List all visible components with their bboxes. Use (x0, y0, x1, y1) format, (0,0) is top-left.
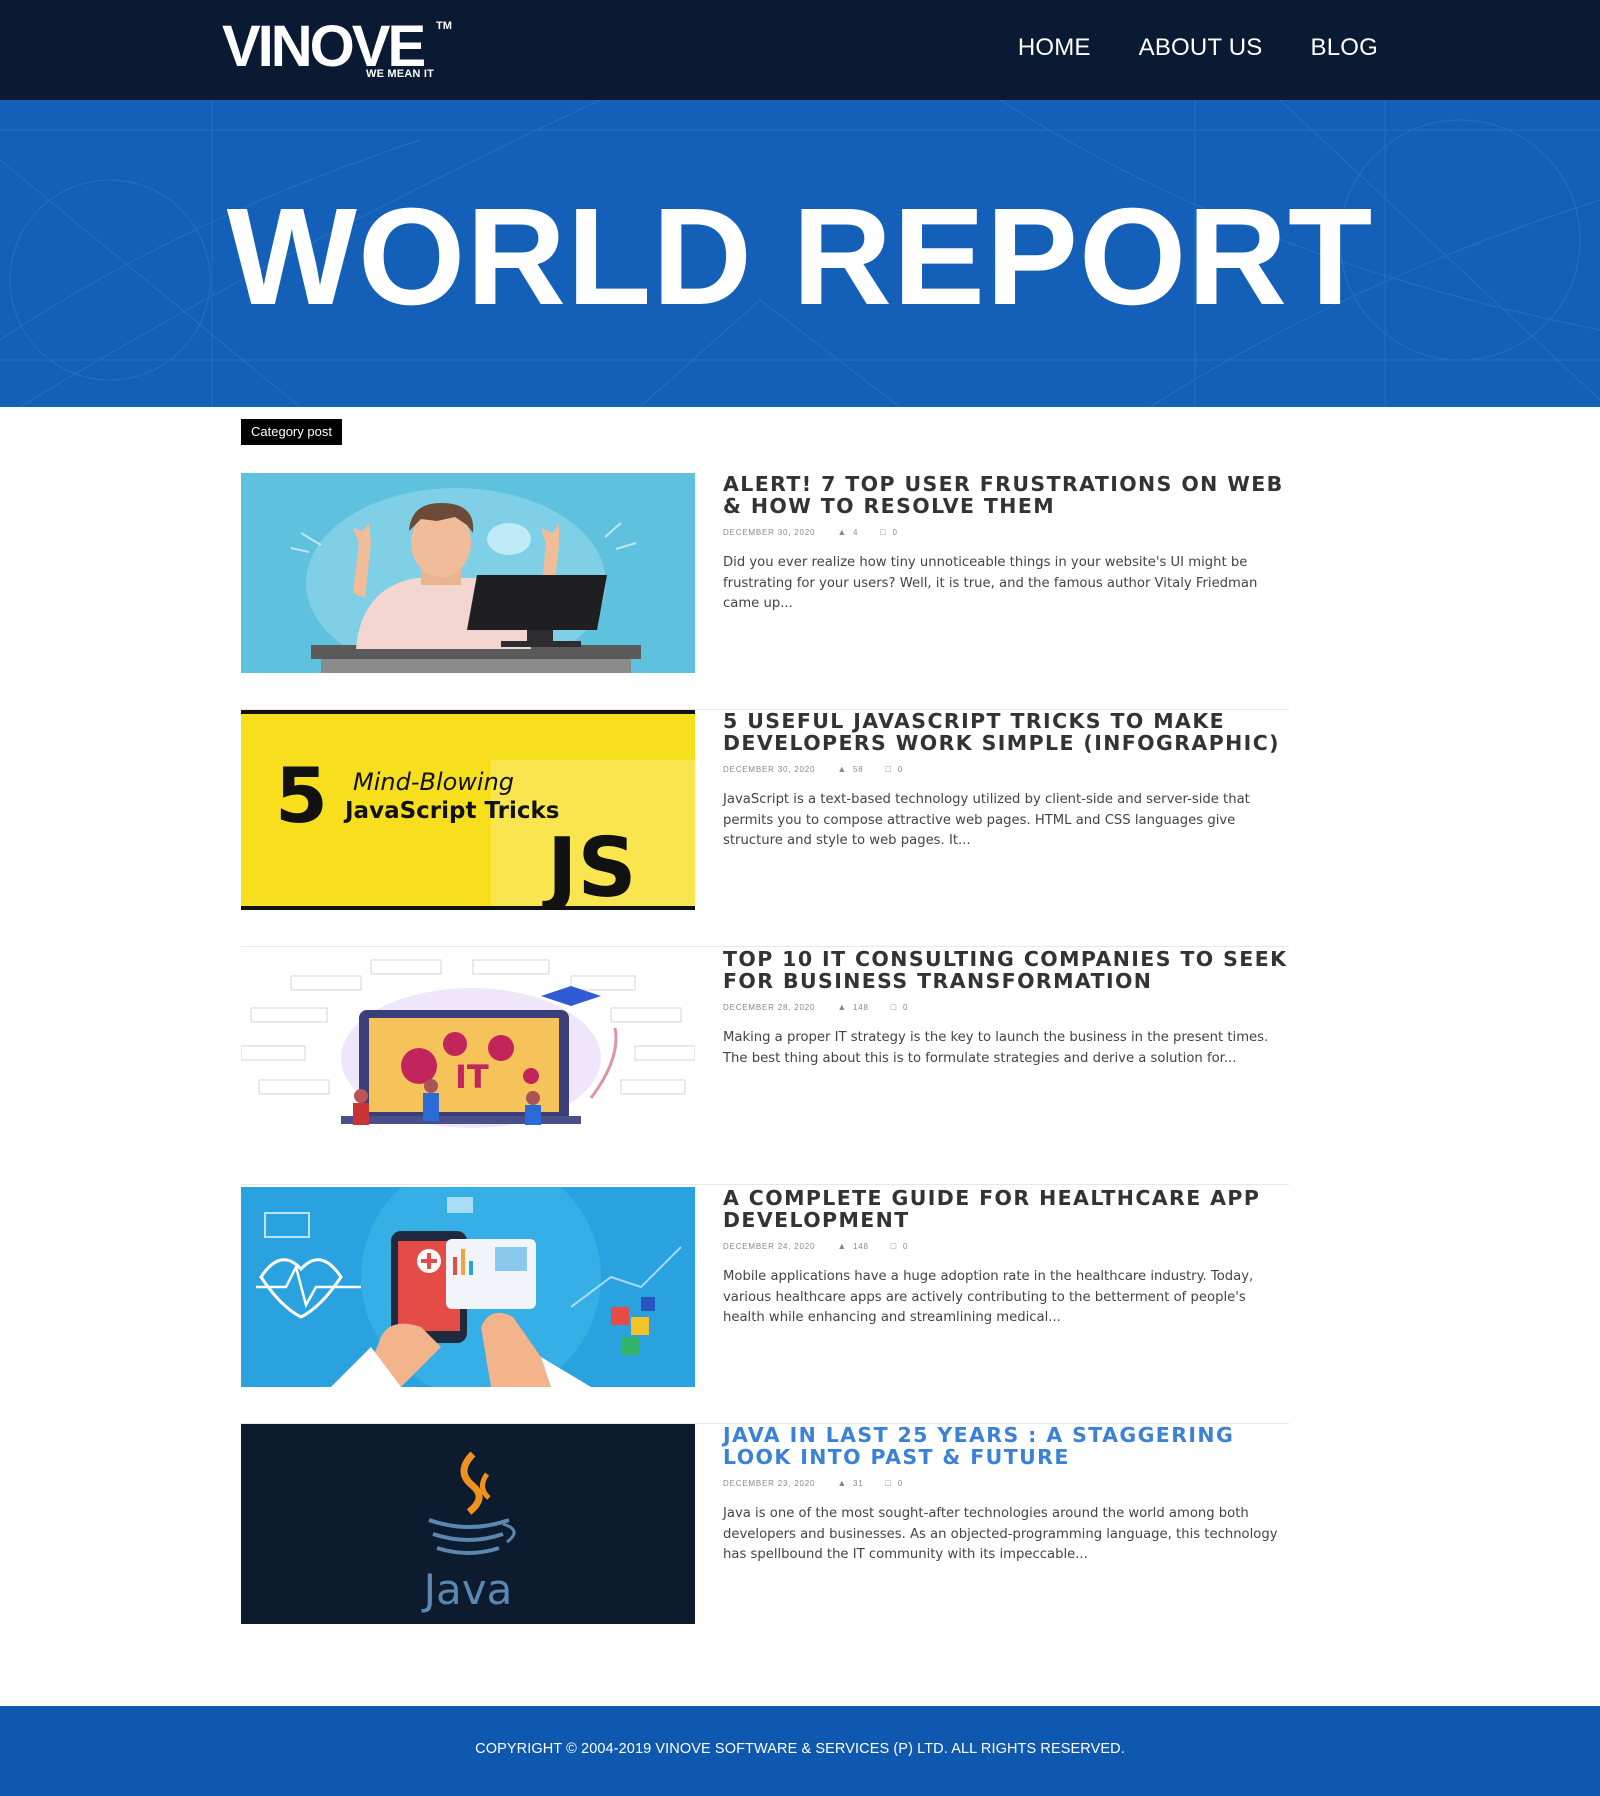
hero-banner: WORLD REPORT (0, 100, 1600, 407)
post-title-link[interactable]: 5 USEFUL JAVASCRIPT TRICKS TO MAKE DEVEL… (723, 710, 1289, 754)
post-item: 5 Mind-Blowing JavaScript Tricks JS 5 US… (241, 710, 1289, 947)
post-meta: DECEMBER 30, 2020 ▲ 4 □ 0 (723, 526, 1289, 538)
likes-count: 148 (853, 1241, 869, 1251)
js-line1: Mind-Blowing (353, 768, 514, 796)
post-comments[interactable]: □ 0 (891, 1002, 909, 1012)
comments-count: 0 (892, 527, 898, 537)
post-comments[interactable]: □ 0 (891, 1241, 909, 1251)
post-likes[interactable]: ▲ 58 (837, 764, 863, 774)
post-body: A COMPLETE GUIDE FOR HEALTHCARE APP DEVE… (723, 1187, 1289, 1329)
post-meta: DECEMBER 30, 2020 ▲ 58 □ 0 (723, 763, 1289, 775)
nav-about-us[interactable]: ABOUT US (1139, 34, 1263, 62)
thumbs-up-icon: ▲ (837, 527, 848, 537)
copyright-text: COPYRIGHT © 2004-2019 VINOVE SOFTWARE & … (475, 1741, 1125, 1757)
post-likes[interactable]: ▲ 148 (837, 1241, 868, 1251)
javascript-tricks-illustration: 5 Mind-Blowing JavaScript Tricks JS (241, 710, 695, 910)
comment-icon: □ (885, 764, 892, 774)
post-date: DECEMBER 30, 2020 (723, 764, 816, 774)
nav-home[interactable]: HOME (1018, 34, 1091, 62)
comments-count: 0 (903, 1002, 909, 1012)
post-meta: DECEMBER 24, 2020 ▲ 148 □ 0 (723, 1240, 1289, 1252)
js-letters: JS (542, 821, 637, 910)
post-item: ALERT! 7 TOP USER FRUSTRATIONS ON WEB & … (241, 473, 1289, 710)
post-comments[interactable]: □ 0 (886, 1478, 904, 1488)
site-header: VINOVE TM WE MEAN IT HOME ABOUT US BLOG (0, 0, 1600, 100)
nav-blog[interactable]: BLOG (1311, 34, 1379, 62)
java-logo-illustration: Java (421, 1451, 516, 1614)
post-date: DECEMBER 28, 2020 (723, 1002, 816, 1012)
comment-icon: □ (890, 1241, 898, 1251)
post-body: TOP 10 IT CONSULTING COMPANIES TO SEEK F… (723, 948, 1289, 1069)
frustrated-user-illustration (290, 488, 641, 673)
post-thumbnail-java-logo[interactable]: Java (241, 1424, 695, 1624)
post-excerpt: Mobile applications have a huge adoption… (723, 1269, 1254, 1325)
thumbs-up-icon: ▲ (837, 1241, 848, 1251)
post-excerpt: Did you ever realize how tiny unnoticeab… (723, 555, 1258, 611)
post-comments[interactable]: □ 0 (886, 764, 904, 774)
it-consulting-illustration: IT (241, 959, 695, 1128)
site-footer: COPYRIGHT © 2004-2019 VINOVE SOFTWARE & … (0, 1706, 1600, 1796)
post-excerpt: Java is one of the most sought-after tec… (723, 1506, 1278, 1562)
post-likes[interactable]: ▲ 4 (837, 527, 858, 537)
post-excerpt: JavaScript is a text-based technology ut… (723, 792, 1250, 848)
logo-trademark: TM (436, 20, 452, 32)
post-title-link[interactable]: TOP 10 IT CONSULTING COMPANIES TO SEEK F… (723, 948, 1289, 992)
post-divider (241, 1184, 1289, 1185)
thumbs-up-icon: ▲ (837, 1478, 848, 1488)
thumbs-up-icon: ▲ (837, 1002, 848, 1012)
post-meta: DECEMBER 28, 2020 ▲ 148 □ 0 (723, 1001, 1289, 1013)
post-comments[interactable]: □ 0 (880, 527, 898, 537)
post-thumbnail-healthcare-app[interactable] (241, 1187, 695, 1387)
logo-tagline: WE MEAN IT (366, 68, 434, 80)
post-date: DECEMBER 24, 2020 (723, 1241, 816, 1251)
likes-count: 4 (853, 527, 859, 537)
thumbs-up-icon: ▲ (837, 764, 848, 774)
likes-count: 58 (853, 764, 864, 774)
category-tag[interactable]: Category post (241, 419, 342, 445)
post-meta: DECEMBER 23, 2020 ▲ 31 □ 0 (723, 1477, 1289, 1489)
js-number: 5 (275, 751, 328, 840)
post-body: 5 USEFUL JAVASCRIPT TRICKS TO MAKE DEVEL… (723, 710, 1289, 852)
post-item: Java JAVA IN LAST 25 YEARS : A STAGGERIN… (241, 1424, 1289, 1661)
healthcare-app-illustration (256, 1187, 682, 1387)
comment-icon: □ (880, 527, 887, 537)
post-title-link[interactable]: ALERT! 7 TOP USER FRUSTRATIONS ON WEB & … (723, 473, 1289, 517)
post-item: A COMPLETE GUIDE FOR HEALTHCARE APP DEVE… (241, 1187, 1289, 1424)
comments-count: 0 (903, 1241, 909, 1251)
post-thumbnail-frustrated-user[interactable] (241, 473, 695, 673)
post-thumbnail-javascript-tricks[interactable]: 5 Mind-Blowing JavaScript Tricks JS (241, 710, 695, 910)
post-date: DECEMBER 30, 2020 (723, 527, 816, 537)
post-thumbnail-it-consulting[interactable]: IT (241, 948, 695, 1148)
page-title: WORLD REPORT (226, 180, 1374, 334)
comments-count: 0 (897, 1478, 904, 1488)
post-excerpt: Making a proper IT strategy is the key t… (723, 1030, 1269, 1066)
post-title-link[interactable]: JAVA IN LAST 25 YEARS : A STAGGERING LOO… (723, 1424, 1289, 1468)
post-likes[interactable]: ▲ 31 (837, 1478, 863, 1488)
post-date: DECEMBER 23, 2020 (723, 1478, 816, 1488)
comment-icon: □ (890, 1002, 898, 1012)
java-wordmark: Java (421, 1565, 513, 1614)
it-letters: IT (455, 1058, 489, 1096)
comments-count: 0 (897, 764, 904, 774)
post-likes[interactable]: ▲ 148 (837, 1002, 868, 1012)
vinove-logo[interactable]: VINOVE TM WE MEAN IT (222, 16, 452, 86)
post-body: JAVA IN LAST 25 YEARS : A STAGGERING LOO… (723, 1424, 1289, 1566)
post-item: IT TOP 10 IT CONSULTING COMPANIES TO SEE… (241, 948, 1289, 1185)
post-title-link[interactable]: A COMPLETE GUIDE FOR HEALTHCARE APP DEVE… (723, 1187, 1289, 1231)
likes-count: 148 (853, 1002, 869, 1012)
js-line2: JavaScript Tricks (343, 798, 560, 824)
comment-icon: □ (885, 1478, 892, 1488)
post-body: ALERT! 7 TOP USER FRUSTRATIONS ON WEB & … (723, 473, 1289, 615)
likes-count: 31 (853, 1478, 864, 1488)
main-nav: HOME ABOUT US BLOG (1018, 34, 1378, 62)
